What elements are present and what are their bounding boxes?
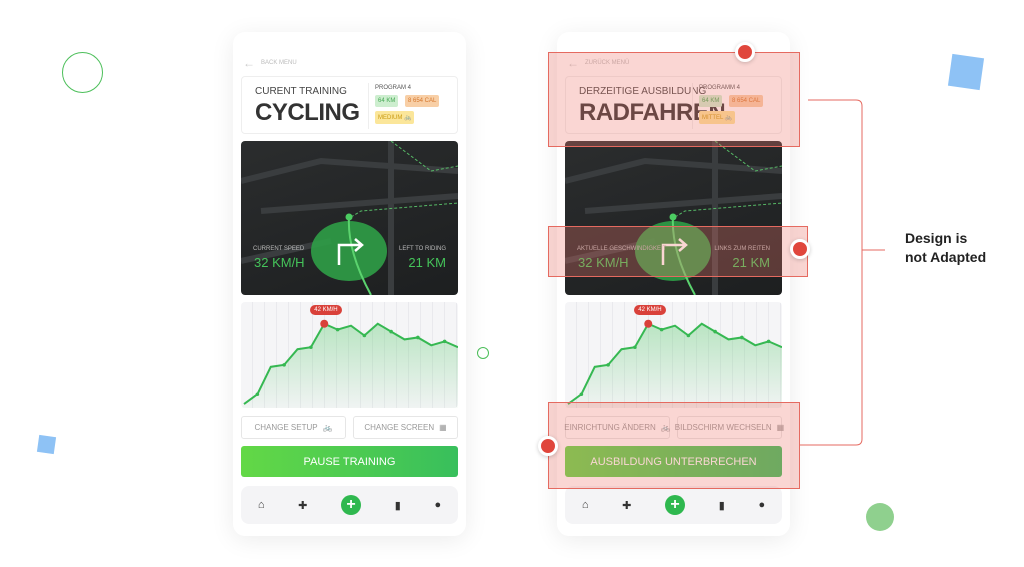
annotation-label: Design is not Adapted <box>905 229 1015 267</box>
bracket-connector <box>800 99 885 446</box>
annotation-line: Design is <box>905 230 968 246</box>
annotation-line: not Adapted <box>905 249 987 265</box>
